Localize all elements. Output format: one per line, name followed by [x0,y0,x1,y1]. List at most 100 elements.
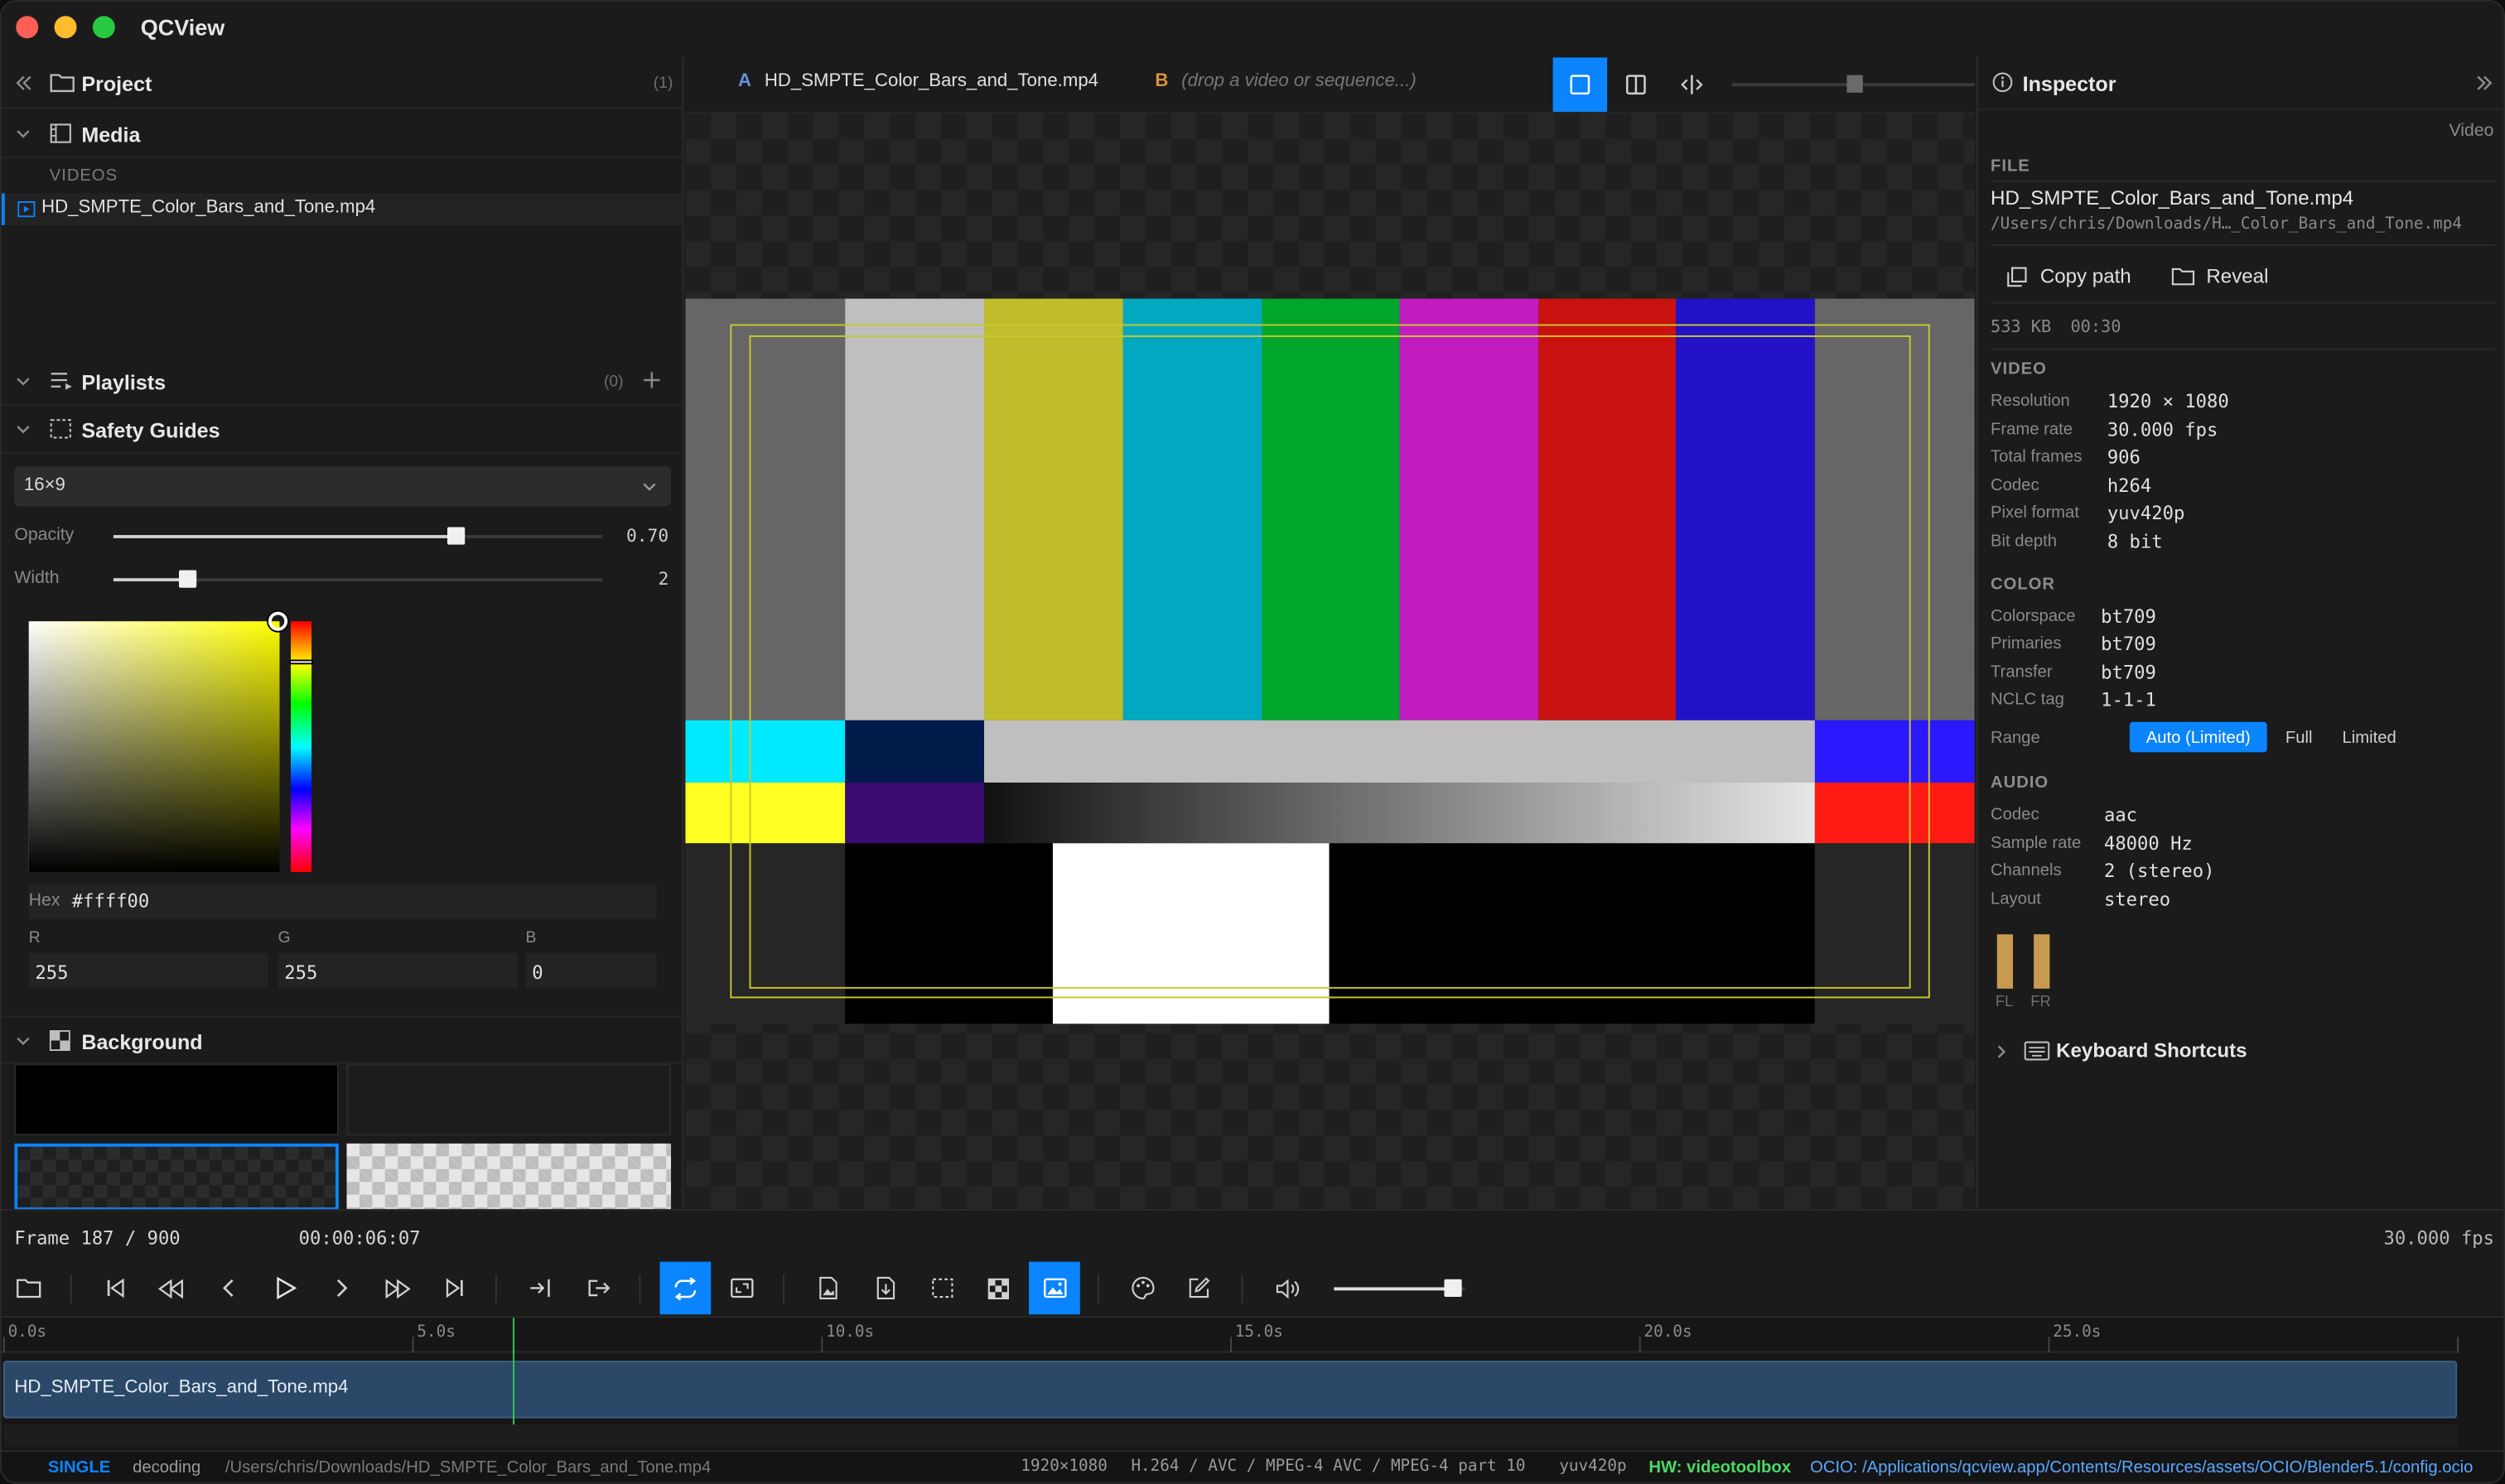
step-forward-button[interactable] [316,1262,368,1315]
playlists-header[interactable]: Playlists (0) [1,358,683,406]
file-path: /Users/chris/Downloads/H…_Color_Bars_and… [1991,215,2463,234]
save-file-button[interactable] [860,1262,911,1315]
single-view-icon [1570,75,1590,95]
checkerboard-toggle[interactable] [973,1262,1025,1315]
background-swatch-black[interactable] [14,1063,339,1136]
reveal-label: Reveal [2206,265,2269,288]
play-icon [277,1276,297,1300]
tab-a-name: HD_SMPTE_Color_Bars_and_Tone.mp4 [764,71,1099,91]
aspect-select-value: 16×9 [23,475,65,495]
timeline-empty-track[interactable] [2,1424,2458,1448]
project-header: Project (1) [1,56,683,109]
timeline-clip[interactable]: HD_SMPTE_Color_Bars_and_Tone.mp4 [2,1361,2458,1419]
property-key: Total frames [1991,447,2083,467]
fps-readout: 30.000 fps [2383,1226,2495,1250]
range-limited-button[interactable]: Limited [2333,722,2406,753]
single-view-button[interactable] [1552,57,1608,113]
wipe-view-button[interactable] [1665,57,1720,112]
property-key: Channels [1991,860,2062,880]
b-input[interactable]: 0 [525,953,657,989]
export-frame-button[interactable] [802,1262,853,1315]
background-swatch-dark[interactable] [346,1063,672,1136]
g-input[interactable]: 255 [278,953,518,989]
range-auto-button[interactable]: Auto (Limited) [2129,721,2267,753]
background-swatch-light-checker[interactable] [346,1143,672,1211]
media-title: Media [81,123,141,147]
collapse-left-panel-icon[interactable] [14,74,33,93]
annotate-button[interactable] [1173,1262,1224,1315]
fast-forward-button[interactable] [372,1262,423,1315]
aspect-select[interactable]: 16×9 [14,466,672,507]
project-title: Project [81,71,152,96]
hue-slider-handle[interactable] [289,659,314,665]
opacity-slider-handle[interactable] [447,527,466,545]
copy-path-button[interactable]: Copy path [2006,262,2131,291]
minimize-window-button[interactable] [54,16,77,39]
wipe-slider[interactable] [1731,75,1975,93]
color-palette-button[interactable] [1117,1262,1168,1315]
rewind-button[interactable] [146,1262,197,1315]
video-viewer[interactable] [685,113,1975,1209]
background-swatch-dark-checker[interactable] [14,1143,339,1211]
volume-slider-handle[interactable] [1444,1279,1462,1298]
property-value: bt709 [2101,661,2156,684]
fit-to-window-button[interactable] [716,1262,767,1315]
color-picker-handle[interactable] [268,611,288,631]
background-header[interactable]: Background [1,1015,683,1064]
split-view-button[interactable] [1609,57,1663,112]
loop-button[interactable] [659,1261,712,1315]
add-playlist-icon[interactable] [642,370,661,389]
tab-a[interactable]: A HD_SMPTE_Color_Bars_and_Tone.mp4 [738,72,1098,91]
tab-b[interactable]: B (drop a video or sequence...) [1155,72,1416,91]
saturation-value-picker[interactable] [28,611,288,873]
property-value: aac [2103,803,2138,826]
hex-input[interactable]: Hex #ffff00 [28,883,657,918]
split-view-icon [1626,75,1646,95]
zoom-window-button[interactable] [92,16,115,39]
open-file-button[interactable] [3,1262,55,1315]
skip-end-icon [445,1278,462,1298]
go-to-end-button[interactable] [428,1262,480,1315]
step-back-button[interactable] [203,1262,254,1315]
keyboard-shortcuts-header[interactable]: Keyboard Shortcuts [1978,1035,2504,1070]
image-view-toggle[interactable] [1029,1261,1080,1315]
reveal-button[interactable]: Reveal [2171,262,2268,291]
timeline[interactable]: 0.0s 5.0s 10.0s 15.0s 20.0s 25.0s HD_SMP… [1,1316,2504,1451]
media-header[interactable]: Media [1,110,683,158]
keyboard-icon [2024,1041,2050,1061]
collapse-right-panel-icon[interactable] [2474,74,2493,93]
app-window: QCView Project (1) Media VIDEOS HD_SMPTE… [0,0,2505,1484]
project-panel: Project (1) Media VIDEOS HD_SMPTE_Color_… [1,55,684,1211]
volume-slider[interactable] [1334,1279,1465,1298]
hue-slider[interactable] [289,621,314,873]
set-out-point-button[interactable] [572,1262,623,1315]
ruler-tick-mark [821,1337,823,1353]
copy-path-label: Copy path [2039,265,2131,288]
audio-meter-fr [2034,934,2050,989]
r-input[interactable]: 255 [28,953,269,989]
mute-button[interactable] [1262,1262,1314,1315]
timeline-ruler[interactable]: 0.0s 5.0s 10.0s 15.0s 20.0s 25.0s [1,1318,2459,1353]
range-full-button[interactable]: Full [2275,722,2323,753]
play-button[interactable] [260,1262,311,1315]
playlists-title: Playlists [81,370,167,395]
width-slider[interactable] [113,570,603,588]
width-slider-handle[interactable] [178,570,197,588]
hex-value: #ffff00 [71,889,150,913]
property-value: bt709 [2101,605,2156,628]
safety-guides-toggle[interactable] [917,1262,968,1315]
inspector-panel: Inspector Video FILE HD_SMPTE_Color_Bars… [1976,55,2504,1209]
title-bar: QCView [1,1,2504,56]
media-item[interactable]: HD_SMPTE_Color_Bars_and_Tone.mp4 [1,193,683,225]
safety-guides-header[interactable]: Safety Guides [1,406,683,454]
set-in-point-button[interactable] [514,1262,566,1315]
opacity-slider[interactable] [113,527,603,545]
close-window-button[interactable] [16,16,39,39]
video-frame [685,298,1975,1024]
timecode: 00:00:06:07 [298,1226,421,1250]
go-to-start-button[interactable] [89,1262,141,1315]
status-path: /Users/chris/Downloads/HD_SMPTE_Color_Ba… [224,1458,712,1477]
timeline-playhead[interactable] [513,1318,514,1425]
wipe-slider-handle[interactable] [1846,75,1863,93]
status-resolution: 1920×1080 [1021,1458,1108,1477]
